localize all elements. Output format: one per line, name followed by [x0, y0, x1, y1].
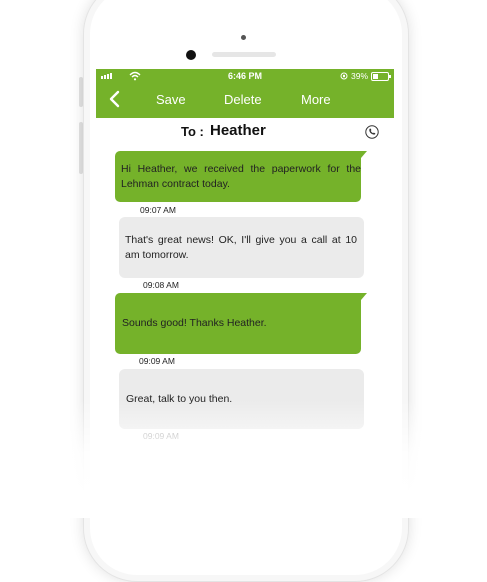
chevron-left-icon[interactable]: [108, 90, 120, 112]
status-bar: 6:46 PM 39%: [96, 69, 394, 84]
to-label: To :: [181, 124, 204, 139]
bubble-tail: [361, 293, 367, 300]
recipient-name: Heather: [210, 122, 266, 139]
orientation-lock-icon: [340, 72, 348, 80]
message-text: Sounds good! Thanks Heather.: [122, 317, 267, 329]
front-camera: [186, 50, 196, 60]
more-button[interactable]: More: [301, 92, 331, 107]
message-time: 09:07 AM: [140, 205, 176, 215]
save-button[interactable]: Save: [156, 92, 186, 107]
bubble-tail: [361, 151, 367, 158]
message-text: Great, talk to you then.: [126, 392, 233, 405]
sensor-dot: [241, 35, 246, 40]
message-bubble-received[interactable]: Great, talk to you then.: [119, 369, 364, 429]
battery-icon: [371, 71, 391, 81]
phone-icon[interactable]: [365, 125, 379, 139]
message-time: 09:09 AM: [139, 356, 175, 366]
delete-button[interactable]: Delete: [224, 92, 262, 107]
message-time: 09:08 AM: [143, 280, 179, 290]
message-time: 09:09 AM: [143, 431, 179, 441]
phone-screen: 6:46 PM 39% Save Delete More To : Heathe…: [96, 69, 394, 518]
nav-bar: Save Delete More: [96, 84, 394, 118]
battery-percent: 39%: [350, 71, 368, 81]
recipient-header: To : Heather: [96, 118, 394, 146]
message-text: Hi Heather, we received the paperwork fo…: [121, 162, 361, 190]
message-bubble-received[interactable]: That's great news! OK, I'll give you a c…: [119, 217, 364, 278]
battery-status: 39%: [340, 71, 391, 81]
earpiece-speaker: [212, 52, 276, 57]
message-bubble-sent[interactable]: Hi Heather, we received the paperwork fo…: [115, 151, 367, 202]
message-bubble-sent[interactable]: Sounds good! Thanks Heather.: [115, 293, 367, 354]
message-text: That's great news! OK, I'll give you a c…: [125, 233, 357, 261]
